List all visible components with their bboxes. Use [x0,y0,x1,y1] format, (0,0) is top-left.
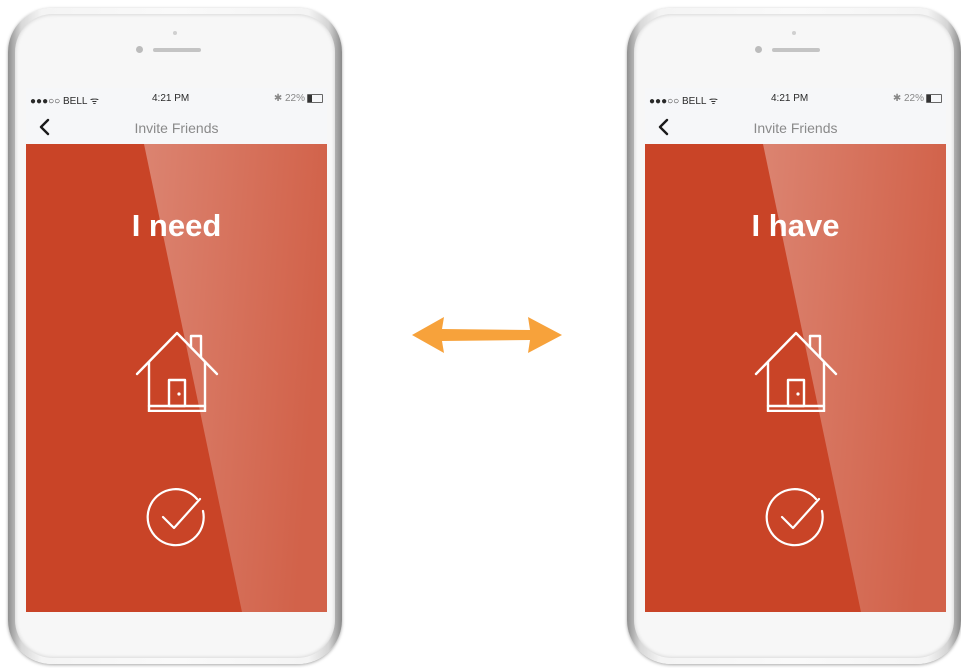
home-area [645,612,946,652]
page-title: Invite Friends [134,120,219,136]
check-circle-icon [765,488,824,547]
phone-screen: ●●●○○ BELL ᯤ 4:21 PM ✱ 22% Invite Friend… [645,88,946,612]
confirm-check-button[interactable] [146,486,208,548]
house-icon [754,331,838,412]
house-icon [135,331,219,412]
battery-icon [307,94,323,103]
proximity-sensor [792,31,796,35]
have-panel: I have [645,144,946,612]
check-circle-icon [146,488,205,547]
front-camera [136,46,143,53]
need-panel: I need [26,144,327,612]
proximity-sensor [173,31,177,35]
home-area [26,612,327,652]
status-time: 4:21 PM [771,93,809,104]
earpiece-speaker [772,48,820,52]
navigation-bar: Invite Friends [645,110,946,144]
battery-percent: ✱ 22% [273,93,305,104]
carrier-signal: ●●●○○ BELL ᯤ [649,96,718,107]
status-time: 4:21 PM [152,93,190,104]
battery-percent: ✱ 22% [892,93,924,104]
battery-icon [926,94,942,103]
page-title: Invite Friends [753,120,838,136]
phone-mockup-left: ●●●○○ BELL ᯤ 4:21 PM ✱ 22% Invite Friend… [8,8,342,664]
headline-text: I need [131,208,222,243]
phone-screen: ●●●○○ BELL ᯤ 4:21 PM ✱ 22% Invite Friend… [26,88,327,612]
phone-mockup-right: ●●●○○ BELL ᯤ 4:21 PM ✱ 22% Invite Friend… [627,8,961,664]
earpiece-speaker [153,48,201,52]
headline-text: I have [751,208,840,243]
carrier-signal: ●●●○○ BELL ᯤ [30,96,99,107]
navigation-bar: Invite Friends [26,110,327,144]
status-bar: ●●●○○ BELL ᯤ 4:21 PM ✱ 22% [26,88,327,110]
confirm-check-button[interactable] [765,486,827,548]
double-arrow-icon [412,317,562,353]
front-camera [755,46,762,53]
status-bar: ●●●○○ BELL ᯤ 4:21 PM ✱ 22% [645,88,946,110]
